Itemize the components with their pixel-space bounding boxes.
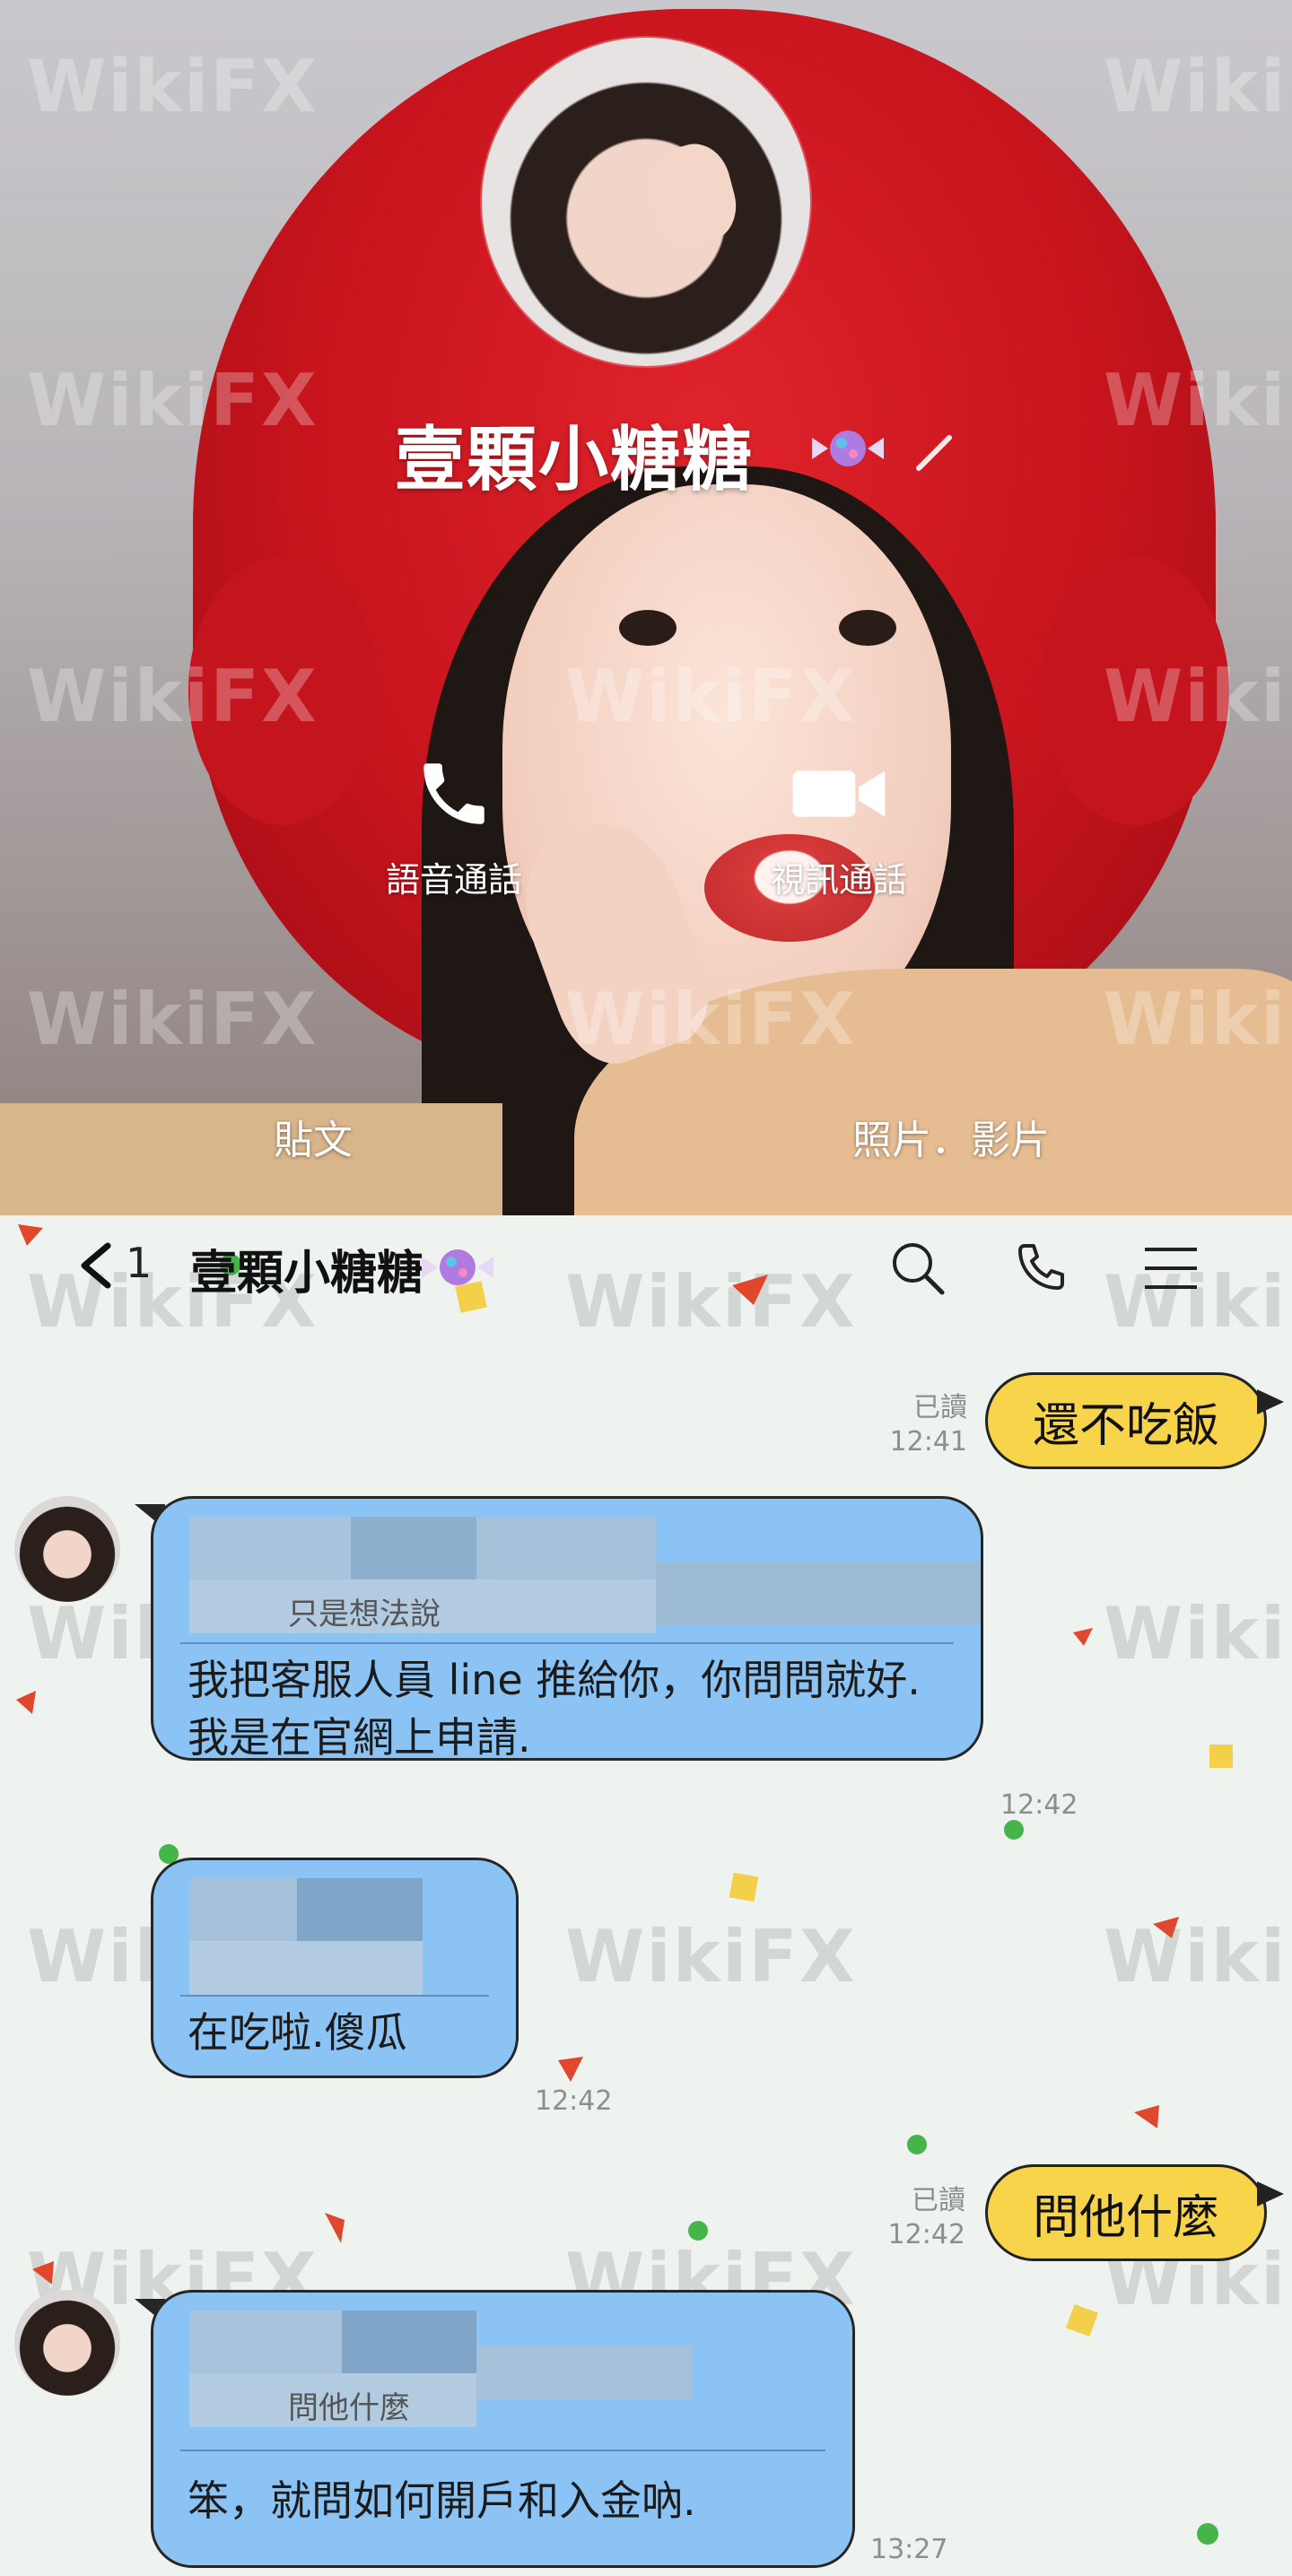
video-call-button[interactable]: 視訊通話 xyxy=(740,753,938,901)
read-status: 已讀 xyxy=(913,1392,967,1423)
candy-icon xyxy=(812,431,884,466)
call-icon[interactable] xyxy=(1012,1239,1071,1298)
search-icon[interactable] xyxy=(888,1239,947,1298)
message-time: 12:41 xyxy=(889,1426,967,1458)
watermark: WikiFX xyxy=(565,655,857,738)
quote-divider xyxy=(180,1995,489,1997)
watermark: WikiFX xyxy=(27,359,319,442)
video-camera-icon xyxy=(792,770,886,817)
chat-screen: WikiFX WikiFX WikiFX WikiFX WikiFX WikiF… xyxy=(0,1215,1292,2576)
avatar-hand xyxy=(641,136,745,253)
message-time: 12:42 xyxy=(887,2219,965,2250)
menu-icon[interactable] xyxy=(1141,1239,1200,1298)
read-receipt: 已讀 12:42 xyxy=(860,2184,965,2252)
profile-header: WikiFX WikiFX WikiFX WikiFX WikiFX WikiF… xyxy=(0,0,1292,1215)
message-text: 在吃啦.傻瓜 xyxy=(188,2008,407,2057)
voice-call-label: 語音通話 xyxy=(385,860,522,900)
watermark: WikiFX xyxy=(27,45,319,128)
chat-title: 壹顆小糖糖 xyxy=(190,1247,424,1301)
phone-icon xyxy=(423,763,484,824)
their-message-bubble[interactable]: 只是想法說 我把客服人員 line 推給你，你問問就好.我是在官網上申請. xyxy=(151,1496,983,1761)
video-call-label: 視訊通話 xyxy=(770,860,907,900)
my-message-bubble[interactable]: 問他什麼 xyxy=(985,2164,1284,2261)
message-text: 笨，就問如何開戶和入金吶. xyxy=(188,2476,696,2525)
posts-tab[interactable]: 貼文 xyxy=(274,1108,353,1165)
quoted-text-fragment: 只是想法說 xyxy=(288,1597,441,1632)
quoted-text-fragment: 問他什麼 xyxy=(288,2390,410,2426)
their-message-bubble[interactable]: 在吃啦.傻瓜 xyxy=(151,1858,519,2078)
watermark: WikiFX xyxy=(27,655,319,738)
contact-avatar[interactable] xyxy=(14,2290,120,2396)
quote-divider xyxy=(180,2450,825,2451)
back-chevron-icon[interactable] xyxy=(74,1240,118,1291)
voice-call-button[interactable]: 語音通話 xyxy=(355,753,553,901)
message-text: 我把客服人員 line 推給你，你問問就好.我是在官網上申請. xyxy=(188,1656,921,1761)
their-message-bubble[interactable]: 問他什麼 笨，就問如何開戶和入金吶. xyxy=(151,2290,855,2568)
unread-count: 1 xyxy=(126,1239,153,1287)
my-message-bubble[interactable]: 還不吃飯 xyxy=(985,1372,1284,1469)
candy-icon xyxy=(422,1249,493,1285)
watermark: WikiFX xyxy=(1104,45,1292,128)
pencil-icon[interactable] xyxy=(912,431,956,475)
message-time: 12:42 xyxy=(535,2085,613,2117)
read-status: 已讀 xyxy=(912,2185,965,2216)
contact-avatar[interactable] xyxy=(14,1496,120,1602)
photos-videos-tab[interactable]: 照片．影片 xyxy=(852,1108,1050,1165)
cover-sleeve xyxy=(0,1103,502,1215)
message-time: 13:27 xyxy=(870,2534,948,2565)
cover-eye xyxy=(839,610,896,646)
message-time: 12:42 xyxy=(1000,1789,1078,1821)
profile-avatar[interactable] xyxy=(482,38,810,366)
cover-eye xyxy=(619,610,677,646)
quoted-message-blurred xyxy=(189,1878,489,2013)
watermark: WikiFX xyxy=(1104,978,1292,1061)
watermark: WikiFX xyxy=(1104,359,1292,442)
quote-divider xyxy=(180,1642,954,1644)
watermark: WikiFX xyxy=(1104,655,1292,738)
watermark: WikiFX xyxy=(27,978,319,1061)
watermark: WikiFX xyxy=(565,978,857,1061)
chat-header: 1 壹顆小糖糖 xyxy=(0,1215,1292,1314)
read-receipt: 已讀 12:41 xyxy=(861,1391,967,1459)
